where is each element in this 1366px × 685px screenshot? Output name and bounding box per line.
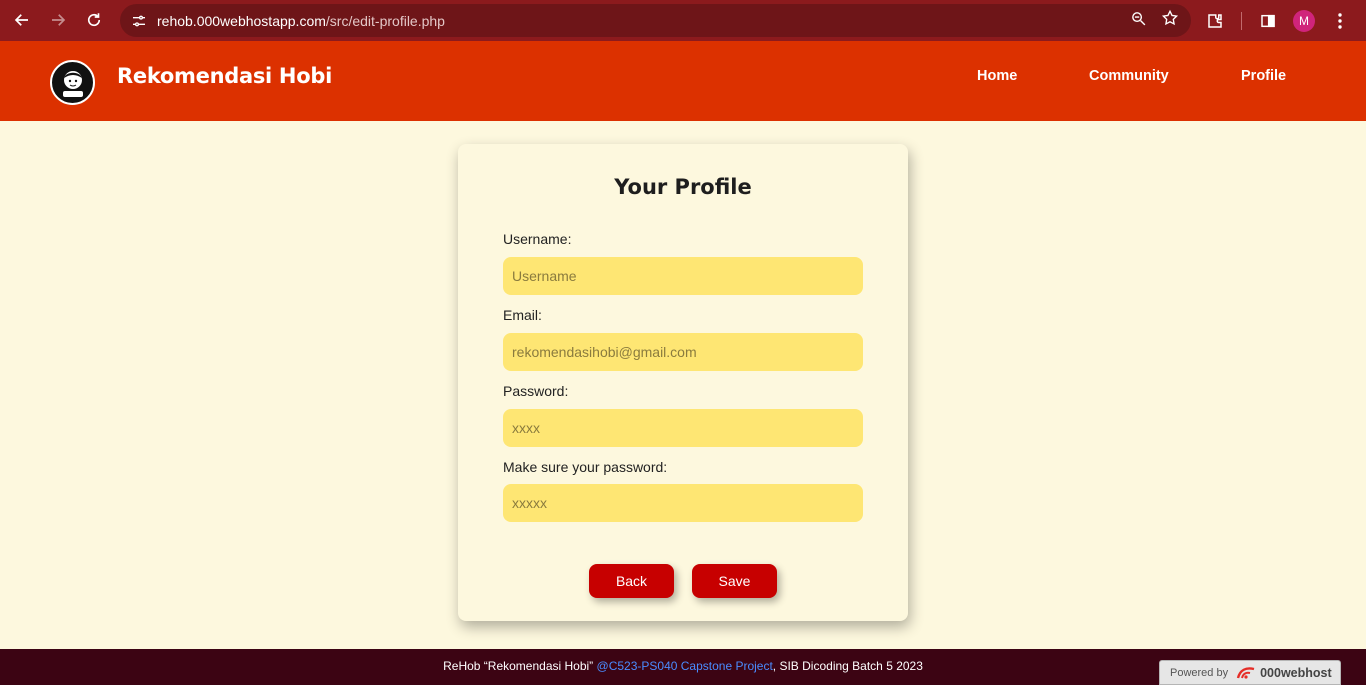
confirm-password-label: Make sure your password:: [503, 459, 668, 475]
address-bar[interactable]: rehob.000webhostapp.com/src/edit-profile…: [120, 4, 1191, 37]
capstone-project-link[interactable]: @C523-PS040 Capstone Project: [597, 659, 773, 673]
toolbar-divider: [1241, 11, 1242, 30]
profile-card: Your Profile Username: Email: Password: …: [458, 144, 908, 621]
page-title: Your Profile: [614, 175, 752, 199]
confirm-password-input[interactable]: [503, 484, 863, 522]
powered-by-badge[interactable]: Powered by 000webhost: [1159, 660, 1341, 685]
footer-text-start: ReHob “Rekomendasi Hobi”: [443, 659, 597, 673]
nav-community-link[interactable]: Community: [1089, 68, 1169, 84]
webhost-logo-icon: [1236, 666, 1255, 679]
nav-home-link[interactable]: Home: [977, 68, 1017, 84]
username-input[interactable]: [503, 257, 863, 295]
rehob-logo[interactable]: [50, 60, 95, 105]
save-button[interactable]: Save: [692, 564, 777, 598]
reload-icon[interactable]: [76, 2, 112, 38]
site-settings-icon[interactable]: [122, 13, 156, 29]
zoom-icon[interactable]: [1130, 10, 1147, 32]
forward-arrow-icon[interactable]: [40, 2, 76, 38]
profile-avatar[interactable]: M: [1286, 3, 1322, 39]
password-label: Password:: [503, 383, 569, 399]
site-header: Rekomendasi Hobi Home Community Profile: [0, 41, 1366, 121]
email-input[interactable]: [503, 333, 863, 371]
email-label: Email:: [503, 307, 542, 323]
browser-toolbar: rehob.000webhostapp.com/src/edit-profile…: [0, 0, 1366, 41]
profile-initial: M: [1293, 9, 1315, 32]
username-label: Username:: [503, 231, 572, 247]
extensions-icon[interactable]: [1197, 3, 1233, 39]
bookmark-star-icon[interactable]: [1161, 9, 1179, 32]
powered-by-label: Powered by: [1170, 666, 1229, 679]
password-input[interactable]: [503, 409, 863, 447]
menu-kebab-icon[interactable]: [1322, 3, 1358, 39]
back-button[interactable]: Back: [589, 564, 674, 598]
nav-profile-link[interactable]: Profile: [1241, 68, 1286, 84]
footer-text-end: , SIB Dicoding Batch 5 2023: [772, 659, 923, 673]
url-text: rehob.000webhostapp.com/src/edit-profile…: [157, 12, 445, 29]
webhost-brand: 000webhost: [1260, 665, 1332, 680]
site-brand-title[interactable]: Rekomendasi Hobi: [117, 64, 332, 88]
back-arrow-icon[interactable]: [4, 2, 40, 38]
side-panel-icon[interactable]: [1250, 3, 1286, 39]
